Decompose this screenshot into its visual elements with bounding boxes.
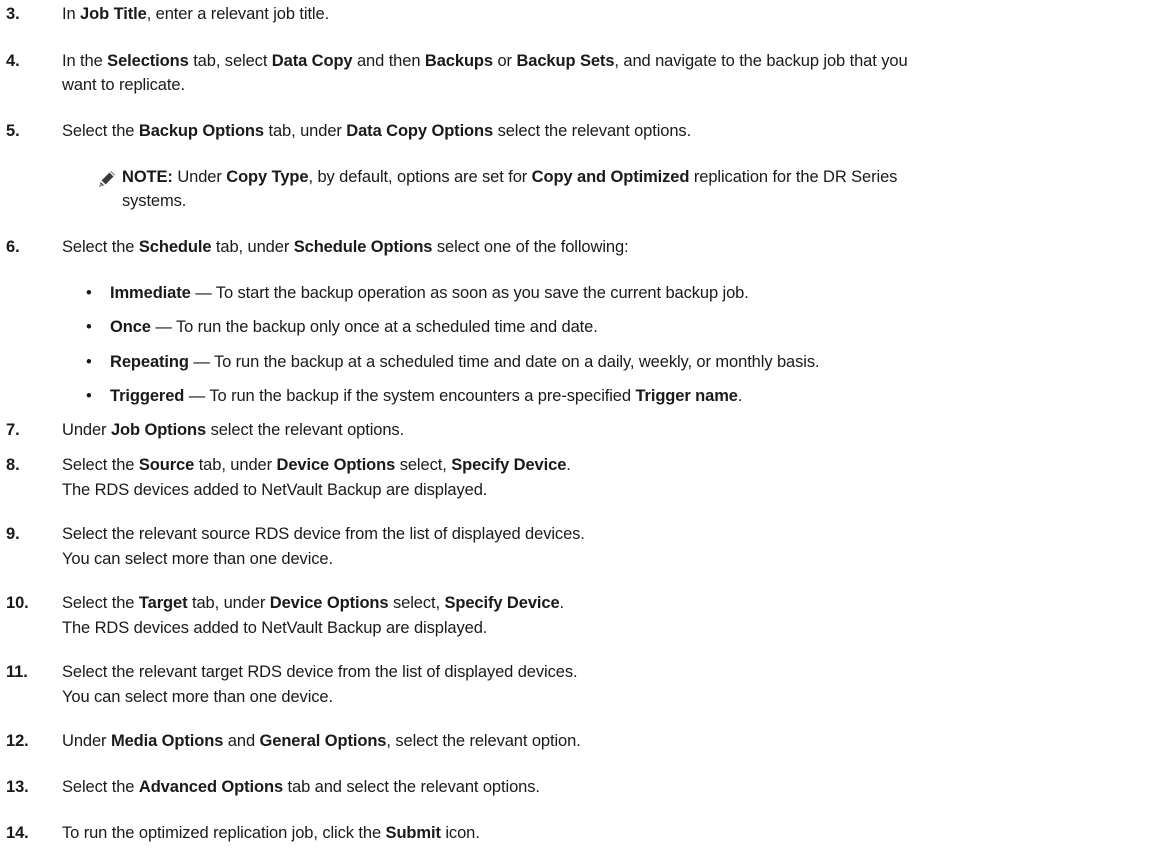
step-text: Select the relevant source RDS device fr… (62, 525, 585, 543)
bullet-dot: • (86, 284, 92, 302)
step-number: 12. (6, 732, 29, 750)
step-number: 13. (6, 778, 29, 796)
step-text: Select the Target tab, under Device Opti… (62, 594, 565, 612)
step-number: 3. (6, 5, 20, 23)
step-number: 5. (6, 122, 20, 140)
step-text: Select the Advanced Options tab and sele… (62, 778, 540, 796)
bullet-dot: • (86, 387, 92, 405)
step-text: In Job Title, enter a relevant job title… (62, 5, 330, 23)
step-number: 7. (6, 421, 20, 439)
pencil-icon (96, 168, 118, 190)
step-number: 10. (6, 594, 29, 612)
step-number: 14. (6, 824, 29, 842)
step-number: 8. (6, 456, 20, 474)
step-number: 6. (6, 238, 20, 256)
step-number: 4. (6, 52, 20, 70)
step-text: In the Selections tab, select Data Copy … (62, 52, 908, 70)
step-text: Select the relevant target RDS device fr… (62, 663, 578, 681)
step-text: Under Media Options and General Options,… (62, 732, 581, 750)
bullet-dot: • (86, 318, 92, 336)
note-text: NOTE: Under Copy Type, by default, optio… (122, 168, 898, 186)
bullet-dot: • (86, 353, 92, 371)
step-number: 9. (6, 525, 20, 543)
step-text: Select the Source tab, under Device Opti… (62, 456, 571, 474)
step-text: Select the Backup Options tab, under Dat… (62, 122, 692, 140)
step-number: 11. (6, 663, 28, 681)
step-text: To run the optimized replication job, cl… (62, 824, 480, 842)
step-text: Under Job Options select the relevant op… (62, 421, 405, 439)
step-text: Select the Schedule tab, under Schedule … (62, 238, 629, 256)
